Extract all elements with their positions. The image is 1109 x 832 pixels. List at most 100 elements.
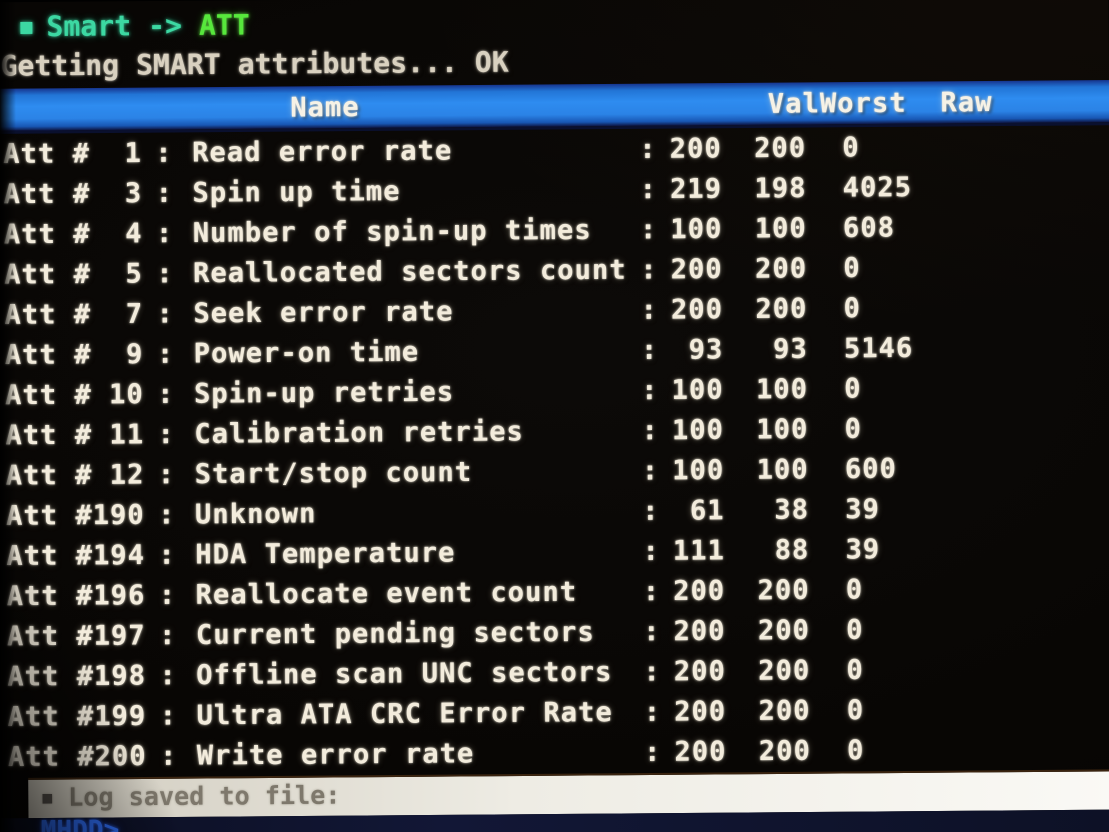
att-raw: 0 bbox=[845, 574, 864, 606]
att-worst: 200 bbox=[758, 695, 811, 727]
att-name: Read error rate bbox=[192, 135, 453, 169]
colon-separator: : bbox=[158, 539, 176, 571]
att-worst: 88 bbox=[774, 534, 810, 567]
att-label: Att # bbox=[5, 500, 93, 532]
colon-separator: : bbox=[155, 137, 173, 169]
att-number: 196 bbox=[93, 580, 146, 612]
att-name: Number of spin-up times bbox=[192, 214, 592, 249]
colon-separator: : bbox=[156, 338, 175, 370]
att-worst: 93 bbox=[772, 333, 808, 366]
att-val: 200 bbox=[673, 575, 726, 608]
att-label: Att # bbox=[6, 620, 94, 653]
att-val: 100 bbox=[670, 213, 723, 246]
att-name: Current pending sectors bbox=[195, 616, 595, 651]
att-worst: 100 bbox=[754, 213, 807, 245]
smart-attributes-table: Att # 1 : Read error rate : 200 200 0 At… bbox=[0, 125, 1109, 778]
att-number: 11 bbox=[109, 419, 145, 451]
att-worst: 100 bbox=[756, 414, 809, 446]
att-name: Start/stop count bbox=[194, 456, 473, 491]
colon-separator: : bbox=[641, 415, 660, 447]
att-number: 7 bbox=[125, 298, 144, 330]
att-worst: 200 bbox=[757, 615, 811, 647]
att-label: Att # bbox=[4, 258, 91, 291]
header-name: Name bbox=[290, 91, 360, 124]
att-worst: 198 bbox=[754, 172, 807, 205]
att-raw: 0 bbox=[842, 132, 860, 164]
att-val: 200 bbox=[670, 294, 724, 326]
att-label: Att # bbox=[6, 540, 94, 573]
att-raw: 0 bbox=[843, 252, 861, 285]
att-raw: 0 bbox=[846, 614, 864, 646]
colon-separator: : bbox=[639, 214, 658, 246]
att-number: 9 bbox=[125, 338, 144, 371]
att-number: 4 bbox=[125, 218, 143, 250]
colon-separator: : bbox=[643, 616, 661, 648]
att-val: 200 bbox=[670, 253, 723, 286]
prompt-label[interactable]: MHDD> bbox=[41, 815, 120, 832]
att-raw: 5146 bbox=[843, 332, 914, 365]
att-number: 1 bbox=[124, 137, 143, 170]
att-val: 200 bbox=[674, 736, 727, 768]
att-val: 93 bbox=[688, 334, 724, 366]
att-name: Unknown bbox=[194, 498, 317, 531]
att-raw: 39 bbox=[845, 493, 880, 526]
att-label: Att # bbox=[6, 580, 94, 613]
att-raw: 0 bbox=[843, 292, 862, 325]
att-name: Reallocated sectors count bbox=[192, 254, 627, 290]
att-worst: 200 bbox=[754, 132, 807, 165]
att-number: 199 bbox=[94, 700, 147, 733]
colon-separator: : bbox=[158, 579, 177, 612]
colon-separator: : bbox=[158, 619, 177, 652]
att-worst: 100 bbox=[756, 454, 809, 486]
att-name: Write error rate bbox=[196, 738, 475, 772]
att-label: Att # bbox=[7, 701, 95, 733]
mhdd-screen-photo: ■ Smart -> ATT Getting SMART attributes..… bbox=[0, 0, 1109, 832]
att-name: Calibration retries bbox=[194, 416, 524, 450]
att-number: 10 bbox=[108, 379, 144, 411]
colon-separator: : bbox=[159, 700, 178, 732]
att-val: 100 bbox=[672, 454, 725, 487]
att-val: 200 bbox=[669, 133, 722, 165]
mhdd-terminal: ■ Smart -> ATT Getting SMART attributes..… bbox=[0, 0, 1109, 832]
att-raw: 4025 bbox=[842, 171, 913, 204]
colon-separator: : bbox=[156, 258, 174, 290]
att-name: Power-on time bbox=[193, 336, 420, 370]
colon-separator: : bbox=[640, 334, 659, 367]
att-worst: 38 bbox=[774, 494, 810, 526]
att-raw: 0 bbox=[844, 413, 863, 445]
att-raw: 0 bbox=[846, 735, 865, 767]
att-worst: 200 bbox=[757, 574, 810, 607]
att-worst: 200 bbox=[758, 655, 811, 687]
att-val: 111 bbox=[672, 535, 726, 567]
menu-selection: ATT bbox=[198, 8, 250, 42]
colon-separator: : bbox=[642, 575, 661, 608]
att-name: Offline scan UNC sectors bbox=[196, 656, 613, 692]
colon-separator: : bbox=[643, 736, 662, 769]
att-number: 5 bbox=[125, 258, 143, 290]
colon-separator: : bbox=[641, 374, 659, 407]
att-number: 12 bbox=[109, 459, 145, 491]
att-raw: 608 bbox=[842, 212, 896, 244]
att-val: 200 bbox=[673, 615, 726, 648]
colon-separator: : bbox=[155, 217, 174, 250]
att-label: Att # bbox=[4, 299, 92, 331]
header-raw: Raw bbox=[940, 86, 993, 118]
colon-separator: : bbox=[158, 499, 176, 531]
att-worst: 200 bbox=[758, 735, 812, 768]
colon-separator: : bbox=[639, 173, 658, 206]
att-name: Reallocate event count bbox=[195, 576, 578, 611]
att-raw: 0 bbox=[846, 654, 864, 687]
log-bullet-icon: ■ bbox=[42, 787, 53, 807]
att-raw: 39 bbox=[845, 534, 881, 566]
header-worst: Worst bbox=[819, 87, 907, 119]
att-label: Att # bbox=[5, 459, 93, 492]
att-number: 194 bbox=[92, 539, 146, 572]
att-raw: 0 bbox=[844, 373, 862, 405]
colon-separator: : bbox=[643, 696, 662, 728]
colon-separator: : bbox=[157, 459, 176, 491]
colon-separator: : bbox=[157, 378, 175, 411]
att-worst: 100 bbox=[755, 373, 809, 406]
att-number: 197 bbox=[93, 620, 146, 652]
att-number: 190 bbox=[92, 499, 145, 532]
att-number: 200 bbox=[94, 740, 147, 773]
